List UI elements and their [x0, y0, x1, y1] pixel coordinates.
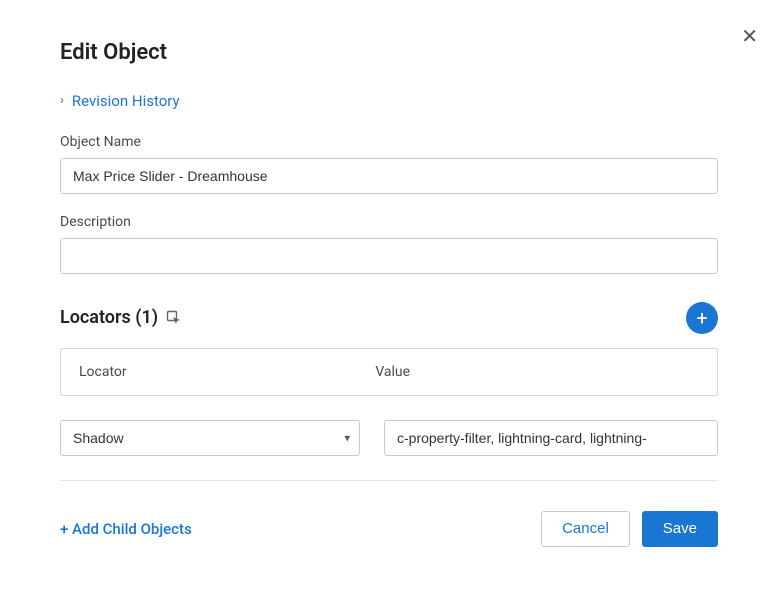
cancel-button[interactable]: Cancel [541, 511, 630, 547]
locator-value-input[interactable] [384, 420, 718, 456]
save-button[interactable]: Save [642, 511, 718, 547]
description-input[interactable] [60, 238, 718, 274]
close-icon[interactable]: ✕ [741, 26, 758, 46]
plus-icon: + [696, 308, 707, 328]
locator-row: ▾ [60, 420, 718, 456]
locators-title: Locators (1) [60, 307, 158, 328]
dialog-title: Edit Object [60, 40, 718, 65]
object-name-input[interactable] [60, 158, 718, 194]
add-locator-button[interactable]: + [686, 302, 718, 334]
divider [60, 480, 718, 481]
column-locator-label: Locator [61, 364, 369, 380]
column-value-label: Value [369, 364, 717, 380]
object-name-label: Object Name [60, 134, 718, 150]
add-child-objects-link[interactable]: + Add Child Objects [60, 520, 192, 538]
locator-table-header: Locator Value [60, 348, 718, 396]
locator-type-select[interactable] [60, 420, 360, 456]
revision-history-label: Revision History [72, 92, 180, 110]
chevron-right-icon: › [60, 93, 64, 108]
description-label: Description [60, 214, 718, 230]
inspect-icon[interactable] [166, 310, 182, 326]
revision-history-link[interactable]: › Revision History [60, 92, 180, 110]
